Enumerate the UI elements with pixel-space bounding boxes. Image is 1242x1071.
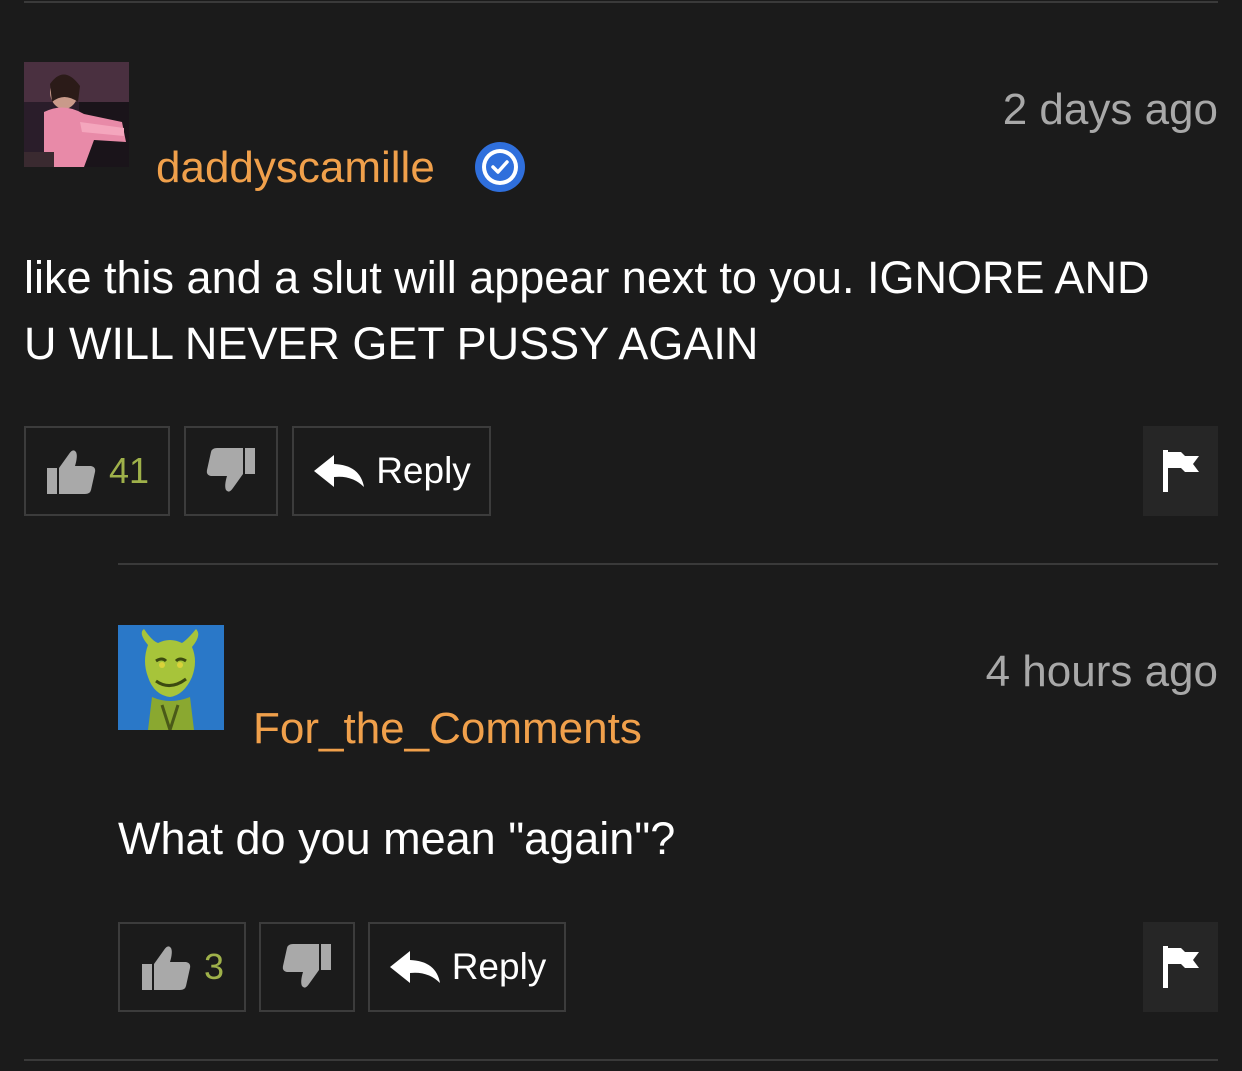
reply-arrow-icon: [314, 455, 365, 487]
like-button[interactable]: 41: [24, 426, 170, 516]
timestamp: 4 hours ago: [985, 647, 1218, 696]
reply-arrow-icon: [389, 951, 440, 983]
avatar[interactable]: [24, 62, 129, 167]
like-button[interactable]: 3: [118, 922, 246, 1012]
reply-button[interactable]: Reply: [292, 426, 491, 516]
like-count: 3: [203, 946, 225, 987]
reply-divider: [118, 563, 1218, 565]
user-avatar-photo: [24, 62, 129, 167]
avatar[interactable]: [118, 625, 224, 730]
timestamp: 2 days ago: [1002, 85, 1218, 134]
verified-badge-icon: [474, 141, 526, 193]
comment-text: like this and a slut will appear next to…: [24, 252, 1150, 369]
thumbs-up-icon: [46, 450, 96, 494]
flag-button[interactable]: [1143, 922, 1218, 1012]
username[interactable]: For_the_Comments: [253, 707, 642, 751]
username[interactable]: daddyscamille: [156, 146, 435, 190]
thumbs-up-icon: [141, 946, 191, 990]
bottom-divider: [24, 1059, 1218, 1061]
dislike-button[interactable]: [259, 922, 355, 1012]
flag-icon: [1162, 946, 1199, 988]
flag-icon: [1162, 450, 1199, 492]
user-avatar-image: [118, 625, 224, 730]
thumbs-down-icon: [206, 448, 255, 492]
comment-text: What do you mean "again"?: [118, 813, 676, 864]
flag-button[interactable]: [1143, 426, 1218, 516]
dislike-button[interactable]: [184, 426, 278, 516]
reply-label: Reply: [451, 946, 547, 987]
reply-label: Reply: [376, 450, 471, 491]
reply-button[interactable]: Reply: [368, 922, 566, 1012]
comment-1: daddyscamille 2 days ago like this and a…: [0, 0, 1242, 520]
thumbs-down-icon: [282, 944, 331, 988]
like-count: 41: [108, 450, 150, 491]
